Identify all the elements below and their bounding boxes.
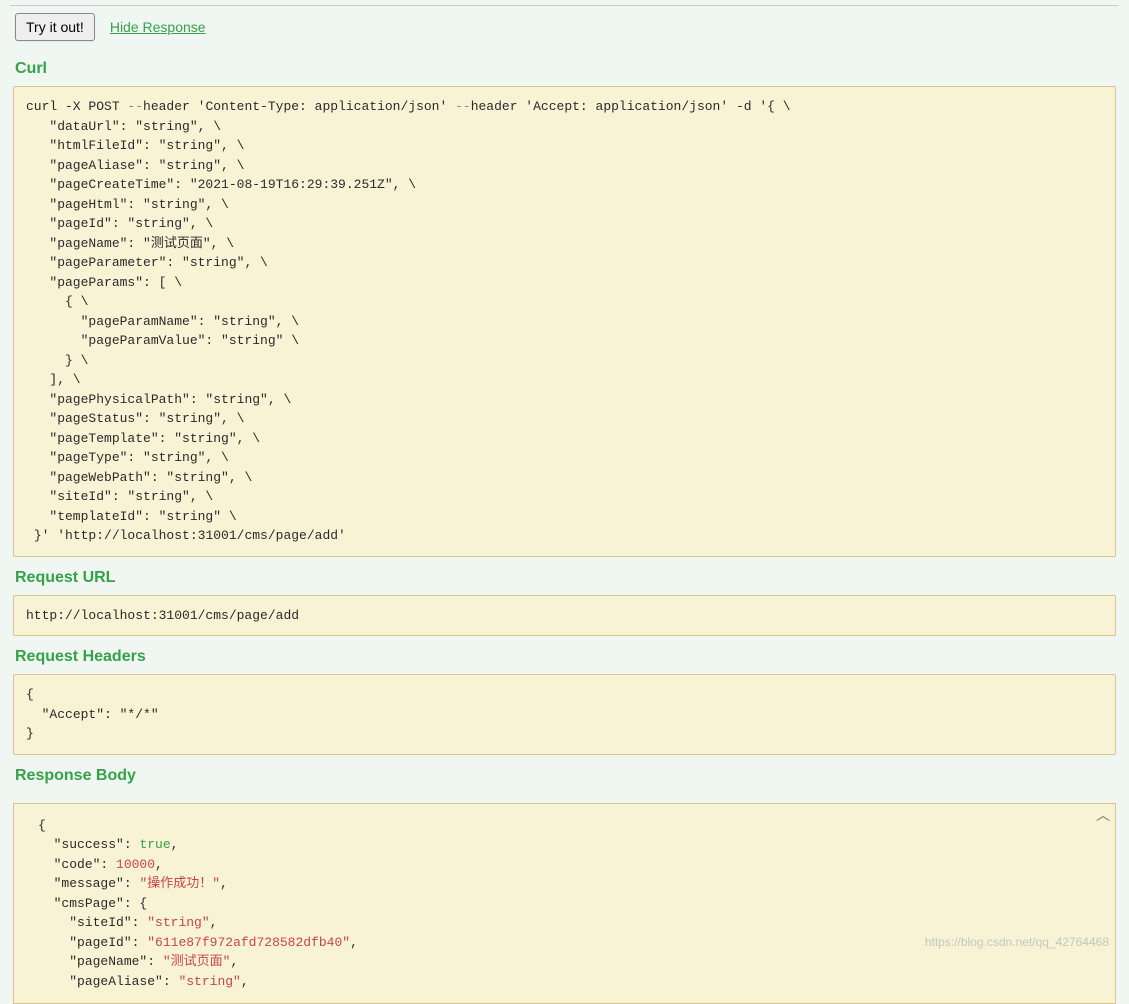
response-body-section-title: Response Body [15, 767, 1114, 785]
request-headers-block[interactable]: { "Accept": "*/*" } [13, 674, 1116, 755]
curl-section-title: Curl [15, 60, 1114, 78]
try-it-out-button[interactable]: Try it out! [15, 13, 95, 41]
response-body-block[interactable]: { "success": true, "code": 10000, "messa… [14, 804, 1115, 1004]
request-headers-section-title: Request Headers [15, 648, 1114, 666]
scroll-up-icon[interactable]: ︿ [1094, 807, 1112, 825]
request-url-section-title: Request URL [15, 569, 1114, 587]
hide-response-link[interactable]: Hide Response [110, 19, 206, 35]
curl-code-block[interactable]: curl -X POST --header 'Content-Type: app… [13, 86, 1116, 557]
action-bar: Try it out! Hide Response [10, 5, 1119, 48]
response-body-scroll[interactable]: ︿ { "success": true, "code": 10000, "mes… [13, 803, 1116, 1004]
request-url-block[interactable]: http://localhost:31001/cms/page/add [13, 595, 1116, 637]
